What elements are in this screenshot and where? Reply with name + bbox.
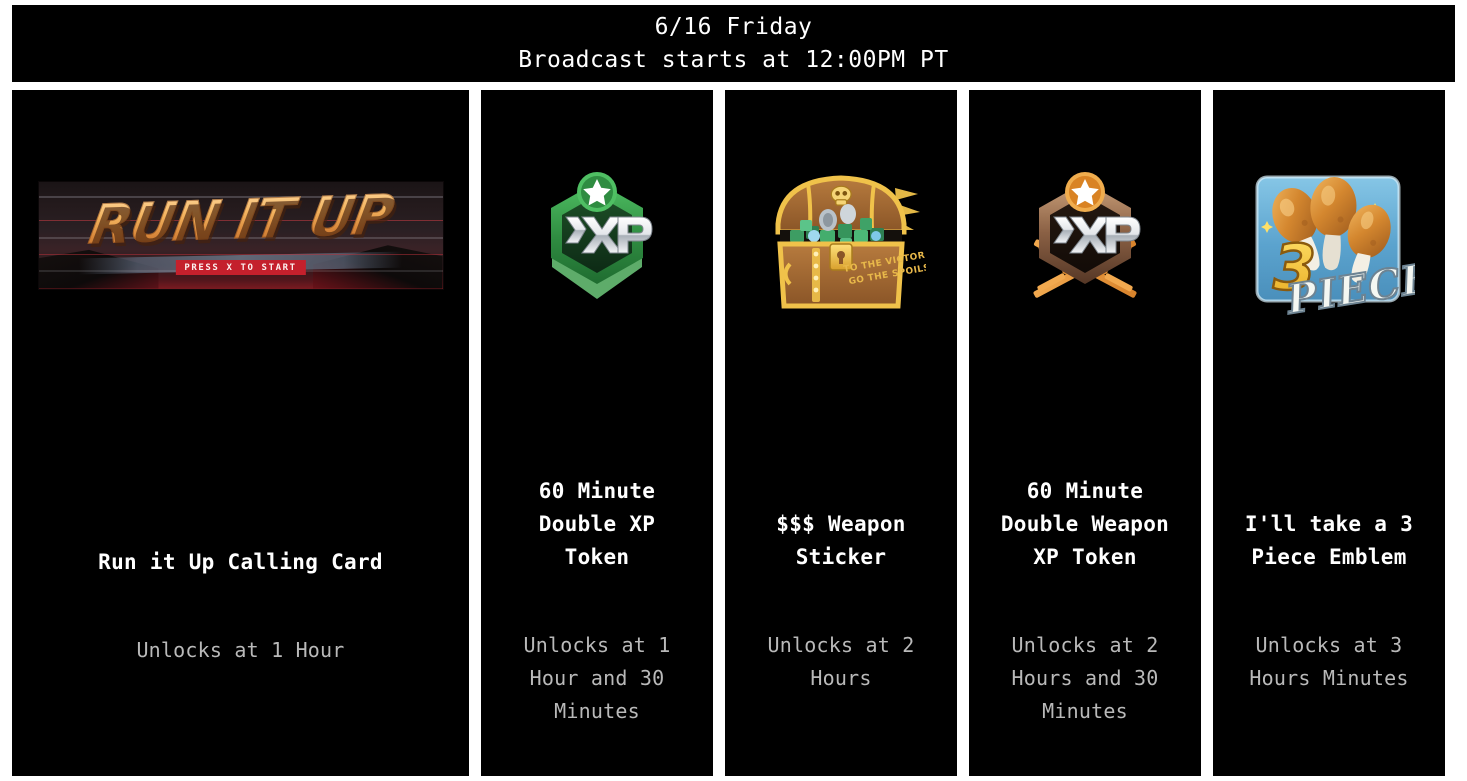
reward-card-weapon-sticker[interactable]: TO THE VICTOR GO THE SPOILS $$$ Weapon S… bbox=[725, 90, 957, 776]
calling-card-text-slot: Run it Up Calling Card Unlocks at 1 Hour bbox=[12, 380, 469, 776]
sticker-text-slot: $$$ Weapon Sticker Unlocks at 2 Hours bbox=[725, 390, 957, 776]
xp-token-text-slot: 60 Minute Double XP Token Unlocks at 1 H… bbox=[481, 390, 713, 776]
emblem-art-slot: 3 PIECE bbox=[1213, 90, 1445, 390]
sticker-art-slot: TO THE VICTOR GO THE SPOILS bbox=[725, 90, 957, 390]
broadcast-time: Broadcast starts at 12:00PM PT bbox=[518, 47, 949, 73]
calling-card-graffiti-title: RUN IT UP bbox=[39, 182, 443, 256]
reward-card-three-piece-emblem[interactable]: 3 PIECE I'll take a 3 Piece Emblem Unloc… bbox=[1213, 90, 1445, 776]
reward-cards-row: RUN IT UP PRESS X TO START Run it Up Cal… bbox=[12, 90, 1455, 776]
reward-title: 60 Minute Double Weapon XP Token bbox=[1000, 479, 1170, 569]
reward-unlock-requirement: Unlocks at 2 Hours and 30 Minutes bbox=[1011, 633, 1159, 723]
xp-token-art-slot bbox=[481, 90, 713, 390]
broadcast-date: 6/16 Friday bbox=[654, 14, 813, 40]
reward-unlock-requirement: Unlocks at 1 Hour bbox=[136, 638, 345, 662]
rewards-page: 6/16 Friday Broadcast starts at 12:00PM … bbox=[0, 0, 1467, 781]
reward-title: 60 Minute Double XP Token bbox=[538, 479, 656, 569]
three-piece-emblem-icon: 3 PIECE bbox=[1243, 163, 1415, 318]
reward-unlock-requirement: Unlocks at 2 Hours bbox=[767, 633, 915, 690]
run-it-up-calling-card-art: RUN IT UP PRESS X TO START bbox=[38, 181, 443, 289]
reward-card-double-weapon-xp-token[interactable]: 60 Minute Double Weapon XP Token Unlocks… bbox=[969, 90, 1201, 776]
calling-card-press-start-banner: PRESS X TO START bbox=[175, 259, 306, 275]
calling-card-art-slot: RUN IT UP PRESS X TO START bbox=[12, 90, 469, 380]
treasure-chest-sticker-icon: TO THE VICTOR GO THE SPOILS bbox=[756, 160, 926, 320]
reward-unlock-requirement: Unlocks at 3 Hours Minutes bbox=[1249, 633, 1409, 690]
reward-title: I'll take a 3 Piece Emblem bbox=[1244, 512, 1414, 569]
reward-card-double-xp-token[interactable]: 60 Minute Double XP Token Unlocks at 1 H… bbox=[481, 90, 713, 776]
reward-card-run-it-up-calling-card[interactable]: RUN IT UP PRESS X TO START Run it Up Cal… bbox=[12, 90, 469, 776]
reward-title: Run it Up Calling Card bbox=[98, 550, 383, 574]
double-xp-token-icon bbox=[522, 165, 672, 315]
reward-title: $$$ Weapon Sticker bbox=[776, 512, 906, 569]
emblem-text-slot: I'll take a 3 Piece Emblem Unlocks at 3 … bbox=[1213, 390, 1445, 776]
weapon-xp-token-text-slot: 60 Minute Double Weapon XP Token Unlocks… bbox=[969, 390, 1201, 776]
reward-unlock-requirement: Unlocks at 1 Hour and 30 Minutes bbox=[523, 633, 671, 723]
weapon-xp-token-art-slot bbox=[969, 90, 1201, 390]
broadcast-header: 6/16 Friday Broadcast starts at 12:00PM … bbox=[12, 5, 1455, 82]
double-weapon-xp-token-icon bbox=[1010, 165, 1160, 315]
